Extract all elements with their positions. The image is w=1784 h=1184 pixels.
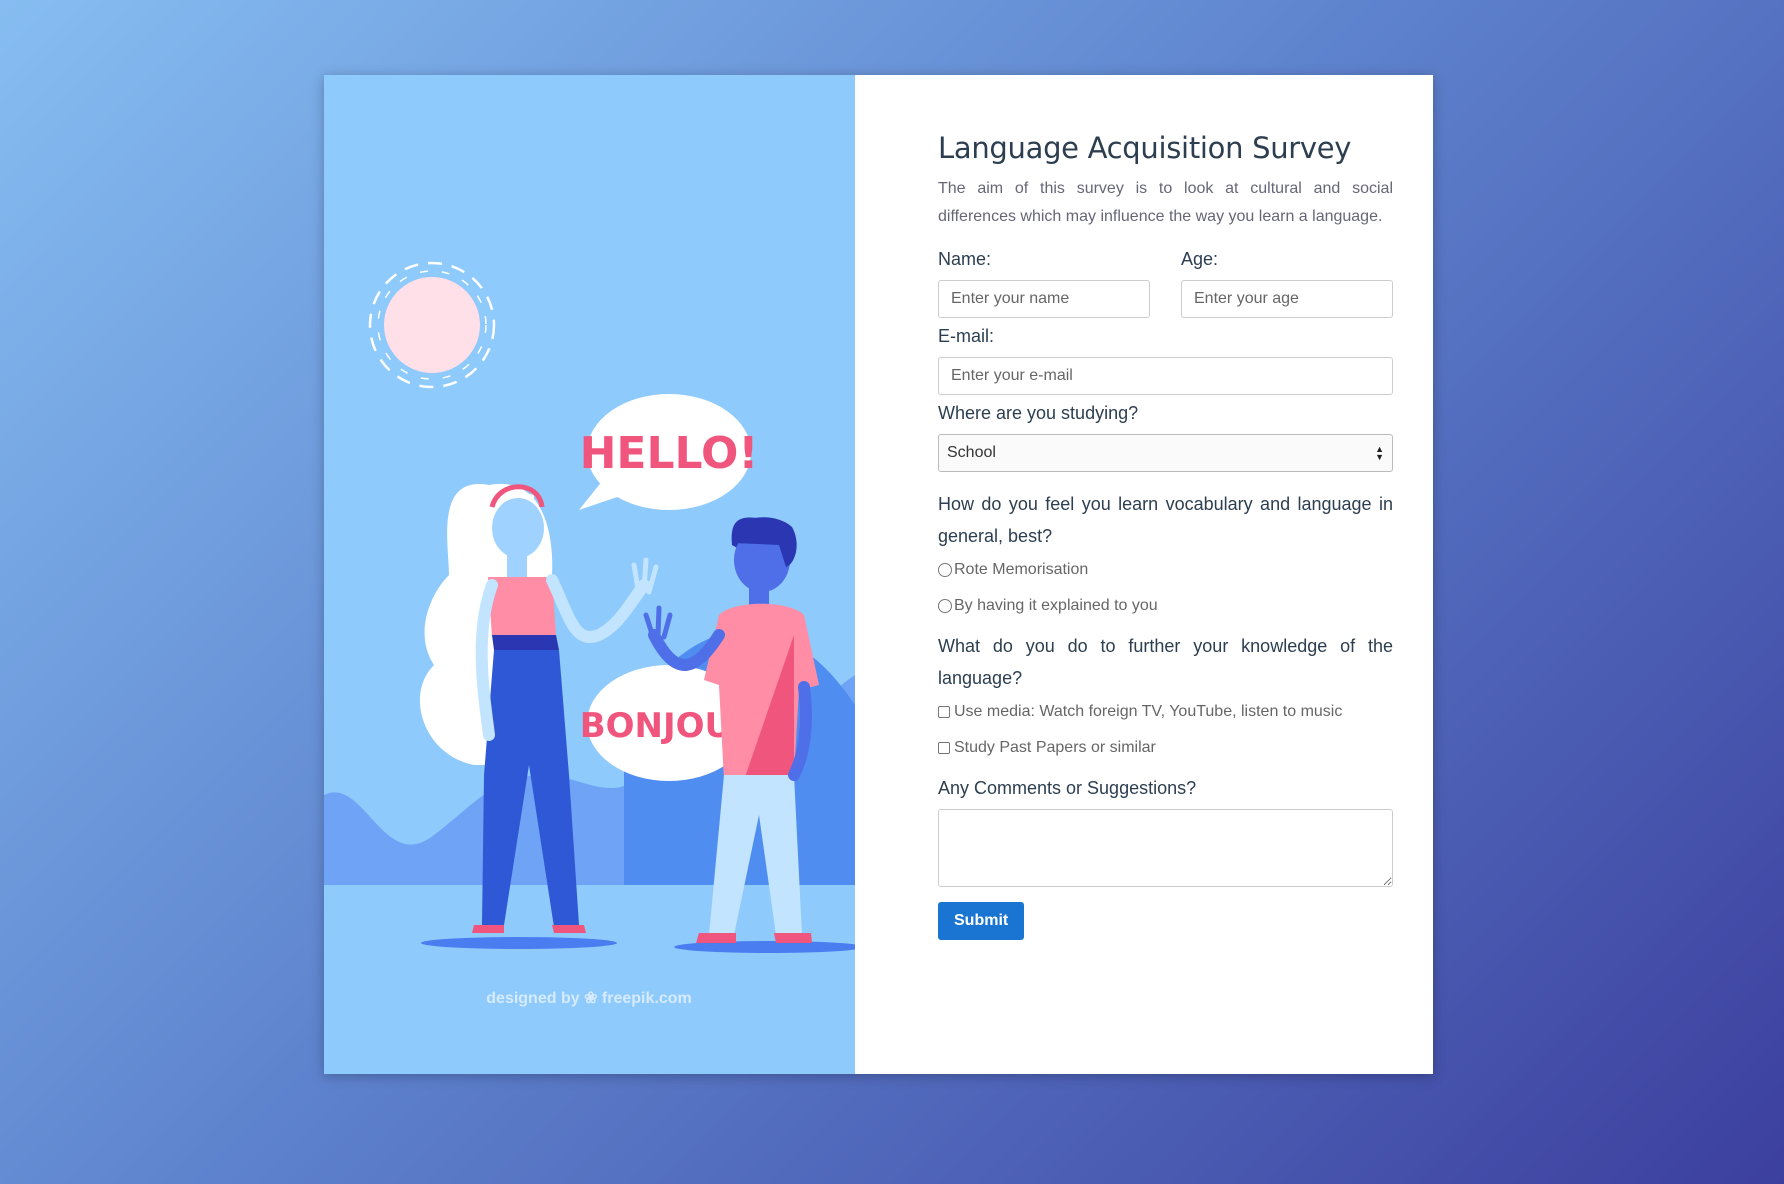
question-further-knowledge: What do you do to further your knowledge… — [938, 636, 1393, 688]
credit-prefix: designed by — [486, 990, 579, 1007]
radio-button[interactable] — [938, 563, 952, 577]
page-title: Language Acquisition Survey — [938, 131, 1352, 165]
question-learning-style: How do you feel you learn vocabulary and… — [938, 494, 1393, 546]
radio-option-explained[interactable]: By having it explained to you — [938, 594, 1393, 618]
comments-label: Any Comments or Suggestions? — [938, 778, 1197, 798]
illustration-panel: HELLO! BONJOUR designed by ❀ freepik.com — [324, 75, 855, 1074]
radio-button[interactable] — [938, 599, 952, 613]
email-input[interactable] — [938, 357, 1393, 395]
select-arrows-icon: ▲ ▼ — [1375, 444, 1384, 462]
checkbox-label: Use media: Watch foreign TV, YouTube, li… — [954, 703, 1343, 720]
study-label: Where are you studying? — [938, 403, 1139, 423]
submit-wrap: Submit — [938, 902, 1393, 940]
radio-label: Rote Memorisation — [954, 561, 1089, 578]
survey-description: The aim of this survey is to look at cul… — [938, 180, 1393, 225]
radio-label: By having it explained to you — [954, 597, 1158, 614]
email-label: E-mail: — [938, 326, 995, 346]
name-age-row: Name: Age: — [938, 249, 1393, 318]
form-panel: Language Acquisition Survey The aim of t… — [855, 75, 1433, 1074]
shadow-left — [421, 937, 617, 949]
people-greeting-illustration: HELLO! BONJOUR designed by ❀ freepik.com — [324, 261, 855, 1074]
checkbox-option-media[interactable]: Use media: Watch foreign TV, YouTube, li… — [938, 700, 1393, 724]
survey-card: HELLO! BONJOUR designed by ❀ freepik.com… — [324, 75, 1433, 1074]
credit-text: designed by ❀ freepik.com — [486, 990, 691, 1007]
sun-shape — [384, 277, 480, 373]
study-selected-value: School — [947, 444, 996, 461]
name-group: Name: — [938, 249, 1150, 318]
name-input[interactable] — [938, 280, 1150, 318]
survey-form: Language Acquisition Survey The aim of t… — [938, 131, 1393, 940]
comments-textarea[interactable] — [938, 809, 1393, 887]
study-select[interactable]: School ▲ ▼ — [938, 434, 1393, 472]
checkbox-label: Study Past Papers or similar — [954, 739, 1156, 756]
age-input[interactable] — [1181, 280, 1393, 318]
credit-brand: freepik.com — [602, 990, 692, 1007]
age-label: Age: — [1181, 249, 1219, 269]
age-group: Age: — [1181, 249, 1393, 318]
checkbox[interactable] — [938, 742, 950, 754]
radio-option-rote[interactable]: Rote Memorisation — [938, 558, 1393, 582]
submit-button[interactable]: Submit — [938, 902, 1025, 940]
hello-text: HELLO! — [580, 428, 759, 479]
name-label: Name: — [938, 249, 992, 269]
checkbox-option-past-papers[interactable]: Study Past Papers or similar — [938, 736, 1393, 760]
checkbox[interactable] — [938, 706, 950, 718]
